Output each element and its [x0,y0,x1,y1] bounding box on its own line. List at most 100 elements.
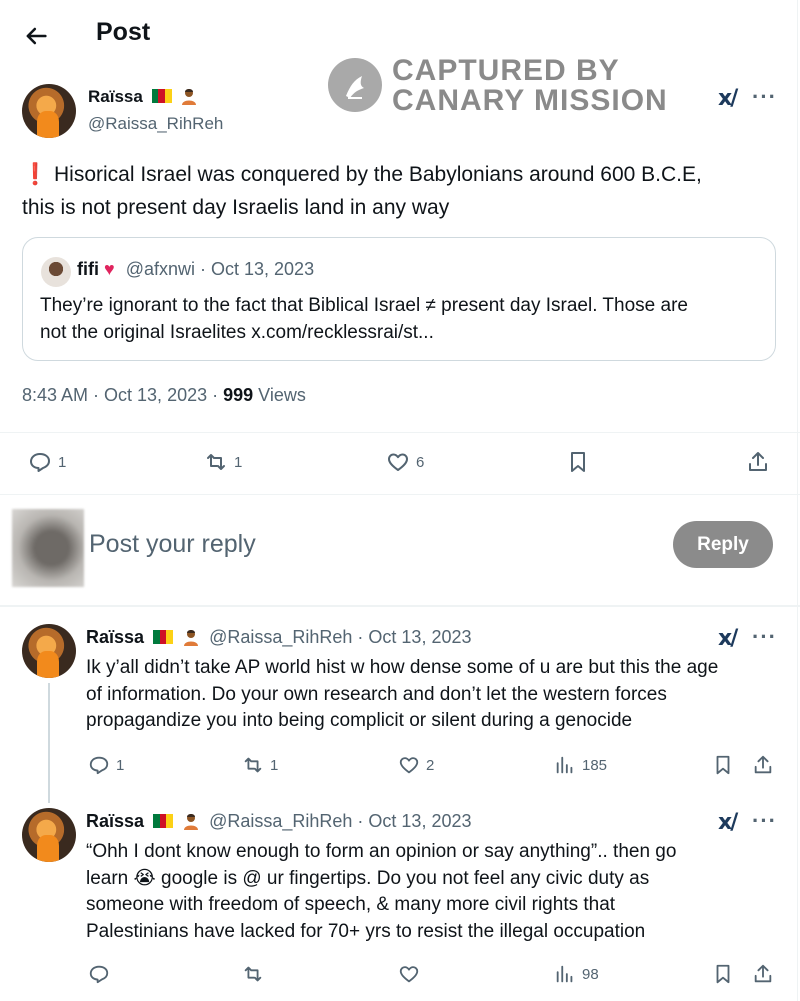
post-text-line2: this is not present day Israelis land in… [22,196,450,219]
reply1-author-row: Raïssa @Raissa_RihReh · Oct 13, 2023 [86,627,472,648]
grok-icon[interactable]: x/ [718,626,738,651]
right-edge-border [797,0,798,1001]
like-action[interactable]: 6 [386,450,424,474]
share-action[interactable] [746,450,770,474]
repost-action[interactable]: 1 [204,450,242,474]
reply1-like-action[interactable]: 2 [398,754,434,776]
bookmark-icon [716,755,730,775]
reply1-author-name[interactable]: Raïssa [86,627,144,647]
reply-icon [89,756,109,775]
bookmark-icon [716,964,730,984]
page-title: Post [96,18,151,46]
post-timestamp: 8:43 AM · Oct 13, 2023 · 999 Views [22,385,306,406]
views-chart-icon [556,965,573,983]
reply1-line: propagandize you into being complicit or… [86,710,633,731]
quoted-text-line1: They’re ignorant to the fact that Biblic… [40,295,688,316]
reply2-line: learn 😭 google is @ ur fingertips. Do yo… [86,867,650,889]
person-emoji-icon [182,628,200,646]
composer-avatar [12,509,84,587]
reply2-line: “Ohh I dont know enough to form an opini… [86,841,677,862]
share-icon [749,452,767,471]
grok-icon[interactable]: x/ [718,810,738,835]
heart-icon [388,453,408,471]
reply2-handle-date[interactable]: @Raissa_RihReh · Oct 13, 2023 [209,811,471,831]
quoted-text: They’re ignorant to the fact that Biblic… [40,292,688,346]
heart-icon [399,757,419,774]
cameroon-flag-icon [153,814,174,828]
reply1-text: Ik y’all didn’t take AP world hist w how… [86,655,718,735]
reply-icon [89,965,109,984]
author-row: Raïssa [88,87,198,107]
quoted-text-line2: not the original Israelites x.com/reckle… [40,322,434,343]
reply2-line: someone with freedom of speech, & many m… [86,894,616,915]
author-handle[interactable]: @Raissa_RihReh [88,114,223,134]
canary-logo-icon [328,58,382,112]
reply2-repost-action[interactable] [242,963,264,985]
grok-icon[interactable]: x/ [718,86,738,111]
reply2-bookmark-action[interactable] [712,963,734,985]
canary-watermark: CAPTURED BY CANARY MISSION [328,54,668,120]
reply2-reply-action[interactable] [88,963,110,985]
post-text-line1: Hisorical Israel was conquered by the Ba… [54,163,702,186]
views-count: 185 [582,756,608,774]
reply1-line: Ik y’all didn’t take AP world hist w how… [86,657,719,678]
reply2-avatar[interactable] [22,808,76,862]
cameroon-flag-icon [151,89,172,103]
avatar[interactable] [22,84,76,138]
post-text: ❗ Hisorical Israel was conquered by the … [22,158,702,224]
author-name[interactable]: Raïssa [88,87,143,106]
reply2-views-action[interactable]: 98 [554,963,599,985]
cameroon-flag-icon [153,630,174,644]
share-icon [754,964,772,983]
watermark-line2: CANARY MISSION [392,84,668,117]
like-count: 2 [426,756,435,774]
reply2-author-name[interactable]: Raïssa [86,811,144,831]
repost-icon [244,757,262,773]
views-label: Views [253,385,306,405]
reply1-handle-date[interactable]: @Raissa_RihReh · Oct 13, 2023 [209,627,471,647]
reply2-text: “Ohh I dont know enough to form an opini… [86,839,676,945]
repost-count: 1 [270,756,279,774]
back-arrow-icon[interactable] [22,22,50,50]
bookmark-action[interactable] [566,450,590,474]
reply-action[interactable]: 1 [28,450,66,474]
reply1-repost-action[interactable]: 1 [242,754,278,776]
heart-icon [399,966,419,983]
thread-line [48,683,50,803]
more-options-icon[interactable]: ··· [752,84,777,110]
reply1-avatar[interactable] [22,624,76,678]
timestamp-text[interactable]: 8:43 AM · Oct 13, 2023 · [22,385,223,405]
like-count: 6 [416,453,425,471]
repost-icon [244,966,262,982]
reply-button[interactable]: Reply [673,521,773,568]
quoted-avatar [41,257,71,287]
reply2-like-action[interactable] [398,963,420,985]
reply-icon [30,453,50,472]
repost-icon [207,454,225,470]
person-emoji-icon [182,812,200,830]
quoted-author-row: fifi ♥ @afxnwi · Oct 13, 2023 [77,259,314,280]
reply-count: 1 [116,756,125,774]
more-options-icon[interactable]: ··· [752,808,777,834]
bookmark-icon [571,452,585,472]
quoted-handle-date: @afxnwi · Oct 13, 2023 [125,259,315,279]
share-icon [754,755,772,774]
reply1-line: of information. Do your own research and… [86,683,667,705]
reply2-share-action[interactable] [752,963,774,985]
reply2-line: Palestinians have lacked for 70+ yrs to … [86,920,646,942]
quoted-post-card[interactable]: fifi ♥ @afxnwi · Oct 13, 2023 They’re ig… [22,237,776,361]
reply1-share-action[interactable] [752,754,774,776]
reply-input[interactable]: Post your reply [89,530,256,559]
reply1-views-action[interactable]: 185 [554,754,607,776]
reply1-bookmark-action[interactable] [712,754,734,776]
reply-count: 1 [58,453,67,471]
views-count: 98 [582,965,599,983]
quoted-author-name: fifi [77,259,99,279]
more-options-icon[interactable]: ··· [752,624,777,650]
heart-emoji-icon: ♥ [104,259,115,279]
exclamation-emoji-icon: ❗ [22,163,49,186]
person-emoji-icon [180,87,198,105]
reply2-author-row: Raïssa @Raissa_RihReh · Oct 13, 2023 [86,811,472,832]
views-chart-icon [556,756,573,774]
reply1-reply-action[interactable]: 1 [88,754,124,776]
